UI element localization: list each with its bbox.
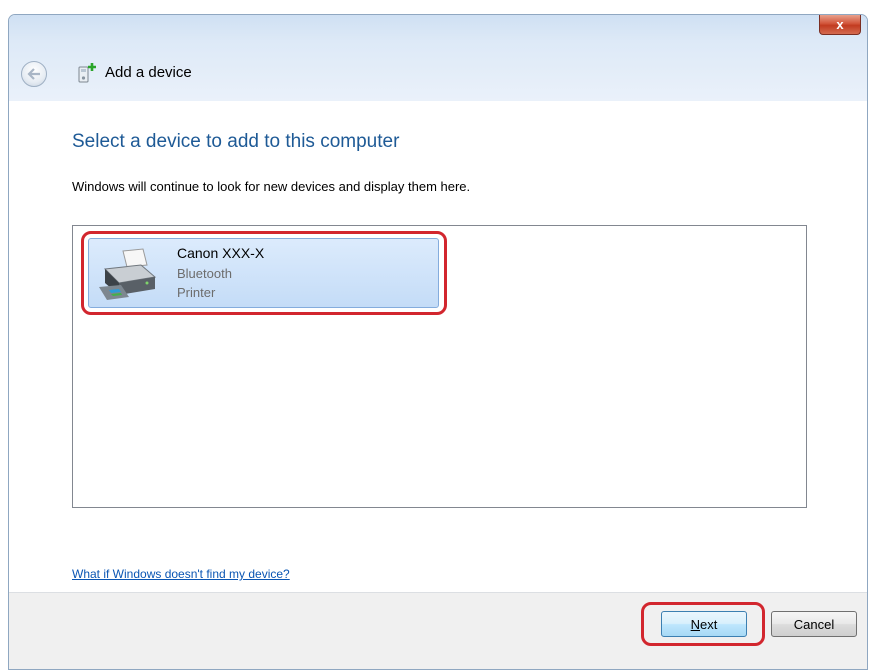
close-icon: x (836, 17, 844, 32)
title-bar: x Add a device (9, 15, 867, 101)
button-bar: Next Cancel (9, 592, 867, 669)
device-item-canon[interactable]: Canon XXX-X Bluetooth Printer (88, 238, 439, 308)
instruction-text: Windows will continue to look for new de… (72, 179, 471, 194)
add-device-icon (78, 63, 96, 83)
device-list[interactable]: Canon XXX-X Bluetooth Printer (72, 225, 807, 508)
next-label: ext (700, 616, 718, 632)
printer-icon (99, 248, 157, 300)
content-area: Select a device to add to this computer … (9, 101, 867, 593)
help-link[interactable]: What if Windows doesn't find my device? (72, 567, 290, 581)
back-arrow-icon (27, 68, 40, 80)
cancel-button[interactable]: Cancel (771, 611, 857, 637)
window-title: Add a device (105, 64, 192, 81)
add-device-window: x Add a device Select a device to add to… (8, 14, 868, 670)
page-heading: Select a device to add to this computer (72, 131, 400, 152)
device-name: Canon XXX-X (177, 245, 265, 261)
device-category: Printer (177, 285, 216, 300)
next-mnemonic: N (690, 616, 701, 632)
device-type: Bluetooth (177, 266, 232, 281)
back-button[interactable] (21, 61, 47, 87)
close-button[interactable]: x (819, 15, 861, 35)
next-button[interactable]: Next (661, 611, 747, 637)
